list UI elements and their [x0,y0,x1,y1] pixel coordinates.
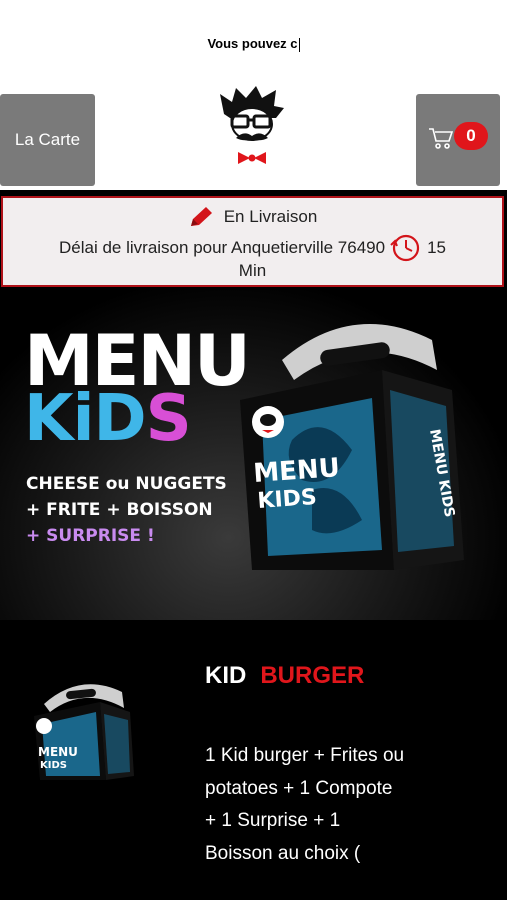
delivery-info-box[interactable]: En Livraison Délai de livraison pour Anq… [1,196,504,287]
product-title[interactable]: KID BURGER [205,662,364,690]
pencil-icon[interactable] [188,205,214,229]
menu-button-label: La Carte [14,130,81,149]
kid-burger-thumbnail[interactable]: MENU KIDS [30,676,134,780]
menu-kids-banner[interactable]: MENU KiDS CHEESE ou NUGGETS + FRITE + BO… [0,290,507,620]
banner-line-3: + SURPRISE ! [26,526,155,546]
menu-button[interactable]: La Carte [0,94,95,186]
product-title-part2: BURGER [260,662,365,689]
cart-count-badge: 0 [454,122,488,150]
product-description: 1 Kid burger + Frites ou potatoes + 1 Co… [205,745,405,864]
kids-box-image: MENU KIDS MENU KIDS [240,324,464,570]
banner-line-2: + FRITE + BOISSON [26,500,213,520]
product-title-part1: KID [205,662,247,689]
delivery-mode: En Livraison [223,207,318,226]
delivery-delay-value: 15 [427,238,446,257]
box-label-menu: MENU [252,453,340,489]
thumb-label-menu: MENU [38,745,78,759]
delivery-delay-unit: Min [238,261,267,280]
clock-icon [390,234,420,262]
thumb-label-kids: KIDS [40,760,67,771]
banner-line-1: CHEESE ou NUGGETS [26,474,227,494]
shopping-cart-icon [429,128,454,149]
banner-title-kids: KiDS [24,382,192,456]
box-label-kids: KIDS [257,485,318,514]
header: Vous pouvez c La Carte 0 [0,0,507,190]
delivery-delay-text: Délai de livraison pour Anquetierville 7… [59,238,386,257]
ticker-message: Vous pouvez c [207,36,300,52]
cart-button[interactable]: 0 [416,94,500,186]
restaurant-logo[interactable] [216,84,288,172]
